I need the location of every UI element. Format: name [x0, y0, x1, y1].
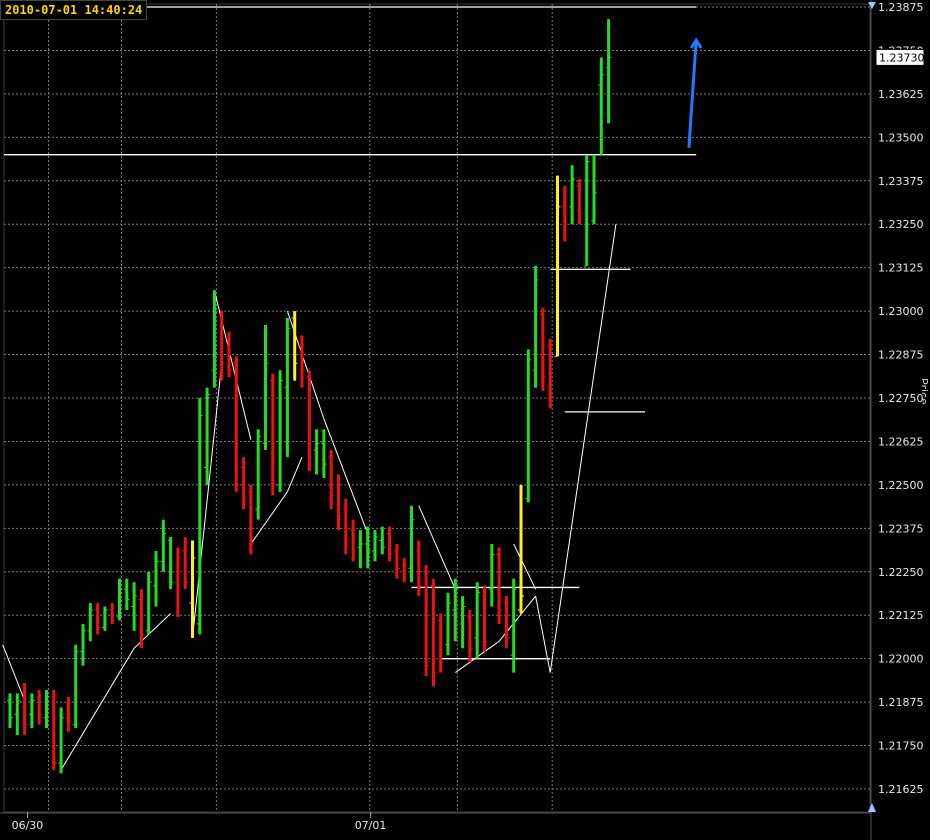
price-tick-label: 1.23625: [878, 88, 924, 101]
price-axis-title: Price: [922, 378, 930, 405]
price-tick-label: 1.23000: [878, 305, 924, 318]
swing-line: [549, 224, 617, 673]
price-tick-label: 1.23875: [878, 1, 924, 14]
price-tick-label: 1.22875: [878, 349, 924, 362]
price-tick-label: 1.22125: [878, 609, 924, 622]
price-chart: 1.238751.237501.236251.235001.233751.232…: [0, 0, 925, 840]
current-price-label: 1.23730: [879, 51, 925, 64]
timestamp-label: 2010-07-01 14:40:24: [0, 0, 148, 20]
swing-line: [250, 491, 288, 545]
price-tick-label: 1.22625: [878, 435, 924, 448]
date-tick-label: 06/30: [12, 819, 44, 832]
swing-line: [133, 613, 171, 649]
swing-line: [286, 456, 303, 493]
swing-line: [213, 290, 252, 440]
price-tick-label: 1.23250: [878, 218, 924, 231]
price-tick-label: 1.23375: [878, 175, 924, 188]
price-tick-label: 1.22500: [878, 479, 924, 492]
plot-frame: [3, 3, 871, 813]
swing-line: [535, 596, 551, 673]
scroll-up-icon: [868, 2, 876, 9]
price-tick-label: 1.23125: [878, 262, 924, 275]
swing-line: [286, 310, 325, 420]
swing-line: [513, 543, 537, 590]
swing-line: [418, 505, 456, 590]
swing-line: [2, 644, 26, 701]
price-tick-label: 1.22750: [878, 392, 924, 405]
swing-line: [60, 647, 135, 771]
scroll-down-icon: [868, 803, 876, 812]
price-tick-label: 1.22000: [878, 653, 924, 666]
price-tick-label: 1.23500: [878, 131, 924, 144]
date-tick-label: 07/01: [355, 819, 387, 832]
price-tick-label: 1.22375: [878, 522, 924, 535]
price-tick-label: 1.21750: [878, 740, 924, 753]
price-tick-label: 1.21625: [878, 783, 924, 796]
price-tick-label: 1.22250: [878, 566, 924, 579]
price-tick-label: 1.21875: [878, 696, 924, 709]
chart-window: 1.238751.237501.236251.235001.233751.232…: [0, 0, 930, 840]
